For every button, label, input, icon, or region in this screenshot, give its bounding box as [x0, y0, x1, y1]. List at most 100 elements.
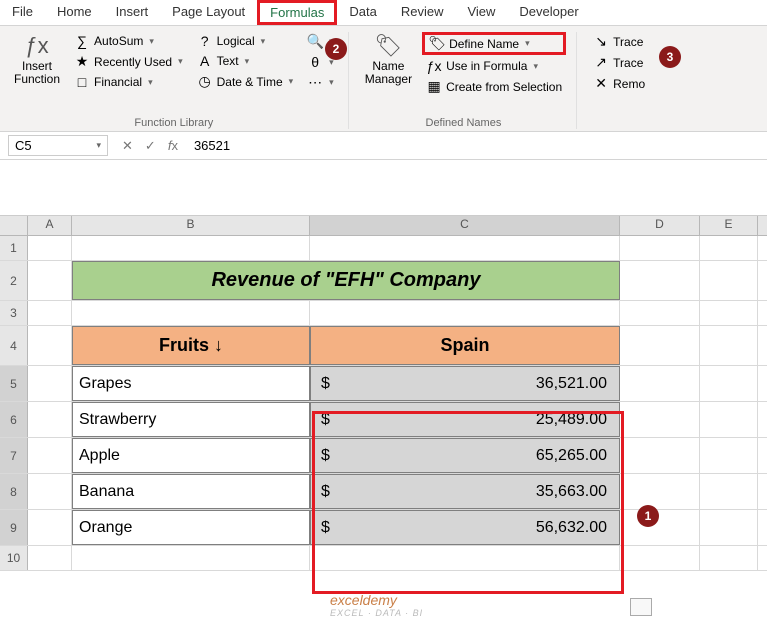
define-name-button[interactable]: 🏷Define Name▾: [422, 32, 566, 55]
grid-icon: ▦: [426, 78, 442, 95]
tab-data[interactable]: Data: [337, 0, 388, 25]
cell-value[interactable]: $65,265.00: [310, 438, 620, 473]
text-icon: A: [197, 53, 213, 69]
group-function-library: ƒx Insert Function ∑AutoSum▾ ★Recently U…: [10, 32, 349, 129]
cell-fruit[interactable]: Apple: [72, 438, 310, 473]
tag-icon: 🏷: [429, 35, 445, 52]
more-icon: ⋯: [307, 74, 323, 91]
header-fruits[interactable]: Fruits ↓: [72, 326, 310, 365]
date-time-button[interactable]: ◷Date & Time▾: [193, 72, 298, 91]
cell-fruit[interactable]: Strawberry: [72, 402, 310, 437]
chevron-down-icon: ▾: [178, 56, 183, 67]
row-header[interactable]: 8: [0, 474, 28, 509]
col-header-a[interactable]: A: [28, 216, 72, 235]
remove-arrows-button[interactable]: ✕Remo: [589, 74, 649, 93]
column-headers: A B C D E: [0, 216, 767, 236]
arrow-icon: ↗: [593, 54, 609, 71]
watermark: exceldemy EXCEL · DATA · BI: [330, 592, 423, 618]
insert-function-label: Insert Function: [14, 60, 60, 86]
formula-bar: C5▾ ✕ ✓ fx 36521: [0, 132, 767, 160]
theta-icon: θ: [307, 54, 323, 70]
row-2: 2 Revenue of "EFH" Company: [0, 261, 767, 301]
tab-insert[interactable]: Insert: [104, 0, 161, 25]
row-header[interactable]: 4: [0, 326, 28, 365]
chevron-down-icon: ▾: [149, 36, 154, 47]
autosum-button[interactable]: ∑AutoSum▾: [70, 32, 187, 50]
chevron-down-icon: ▾: [245, 56, 250, 67]
row-4: 4 Fruits ↓Spain: [0, 326, 767, 366]
cell-fruit[interactable]: Grapes: [72, 366, 310, 401]
question-icon: ?: [197, 33, 213, 49]
text-button[interactable]: AText▾: [193, 52, 298, 70]
col-header-c[interactable]: C: [310, 216, 620, 235]
cancel-icon[interactable]: ✕: [116, 138, 139, 154]
star-icon: ★: [74, 53, 90, 70]
chevron-down-icon: ▾: [96, 140, 101, 151]
x-icon: ✕: [593, 75, 609, 92]
arrow-icon: ↘: [593, 33, 609, 50]
row-header[interactable]: 3: [0, 301, 28, 325]
tab-view[interactable]: View: [455, 0, 507, 25]
cell-value[interactable]: $25,489.00: [310, 402, 620, 437]
enter-icon[interactable]: ✓: [139, 138, 162, 154]
row-8: 8 Banana$35,663.00: [0, 474, 767, 510]
row-header[interactable]: 1: [0, 236, 28, 260]
paste-options-icon[interactable]: [630, 598, 652, 616]
row-header[interactable]: 9: [0, 510, 28, 545]
chevron-down-icon: ▾: [533, 61, 538, 72]
step-badge-3: 3: [659, 46, 681, 68]
financial-button[interactable]: □Financial▾: [70, 73, 187, 91]
more-button[interactable]: ⋯▾: [303, 73, 338, 92]
header-spain[interactable]: Spain: [310, 326, 620, 365]
group-auditing: ↘Trace ↗Trace ✕Remo: [589, 32, 659, 129]
fx-icon[interactable]: fx: [162, 138, 184, 153]
chevron-down-icon: ▾: [289, 76, 294, 87]
fx-icon: ƒx: [25, 34, 48, 58]
col-header-b[interactable]: B: [72, 216, 310, 235]
cell-value[interactable]: $56,632.00: [310, 510, 620, 545]
name-manager-button[interactable]: 🏷 Name Manager: [361, 32, 416, 89]
fx-small-icon: ƒx: [426, 58, 442, 74]
row-header[interactable]: 7: [0, 438, 28, 473]
select-all-corner[interactable]: [0, 216, 28, 235]
formula-value[interactable]: 36521: [184, 138, 240, 153]
use-in-formula-button[interactable]: ƒxUse in Formula▾: [422, 57, 566, 75]
defined-names-label: Defined Names: [426, 117, 502, 129]
cell-fruit[interactable]: Banana: [72, 474, 310, 509]
chevron-down-icon: ▾: [261, 36, 266, 47]
trace-dependents-button[interactable]: ↗Trace: [589, 53, 649, 72]
cell-value[interactable]: $36,521.00: [310, 366, 620, 401]
tab-home[interactable]: Home: [45, 0, 104, 25]
tab-page-layout[interactable]: Page Layout: [160, 0, 257, 25]
cell-fruit[interactable]: Orange: [72, 510, 310, 545]
row-header[interactable]: 6: [0, 402, 28, 437]
tag-icon: 🏷: [374, 34, 402, 58]
insert-function-button[interactable]: ƒx Insert Function: [10, 32, 64, 89]
name-manager-label: Name Manager: [365, 60, 412, 86]
col-header-e[interactable]: E: [700, 216, 758, 235]
tab-formulas[interactable]: Formulas: [257, 0, 337, 25]
row-header[interactable]: 5: [0, 366, 28, 401]
row-10: 10: [0, 546, 767, 571]
cell-value[interactable]: $35,663.00: [310, 474, 620, 509]
step-badge-2: 2: [325, 38, 347, 60]
logical-button[interactable]: ?Logical▾: [193, 32, 298, 50]
chevron-down-icon: ▾: [329, 77, 334, 88]
function-library-label: Function Library: [134, 117, 213, 129]
tab-review[interactable]: Review: [389, 0, 456, 25]
lookup-icon: 🔍: [307, 33, 323, 50]
tab-developer[interactable]: Developer: [507, 0, 590, 25]
title-cell[interactable]: Revenue of "EFH" Company: [72, 261, 620, 300]
ribbon-tabs: File Home Insert Page Layout Formulas Da…: [0, 0, 767, 26]
tab-file[interactable]: File: [0, 0, 45, 25]
recently-used-button[interactable]: ★Recently Used▾: [70, 52, 187, 71]
row-header[interactable]: 2: [0, 261, 28, 300]
row-header[interactable]: 10: [0, 546, 28, 570]
sigma-icon: ∑: [74, 33, 90, 49]
trace-precedents-button[interactable]: ↘Trace: [589, 32, 649, 51]
create-from-selection-button[interactable]: ▦Create from Selection: [422, 77, 566, 96]
name-box[interactable]: C5▾: [8, 135, 108, 156]
money-icon: □: [74, 74, 90, 90]
row-1: 1: [0, 236, 767, 261]
col-header-d[interactable]: D: [620, 216, 700, 235]
